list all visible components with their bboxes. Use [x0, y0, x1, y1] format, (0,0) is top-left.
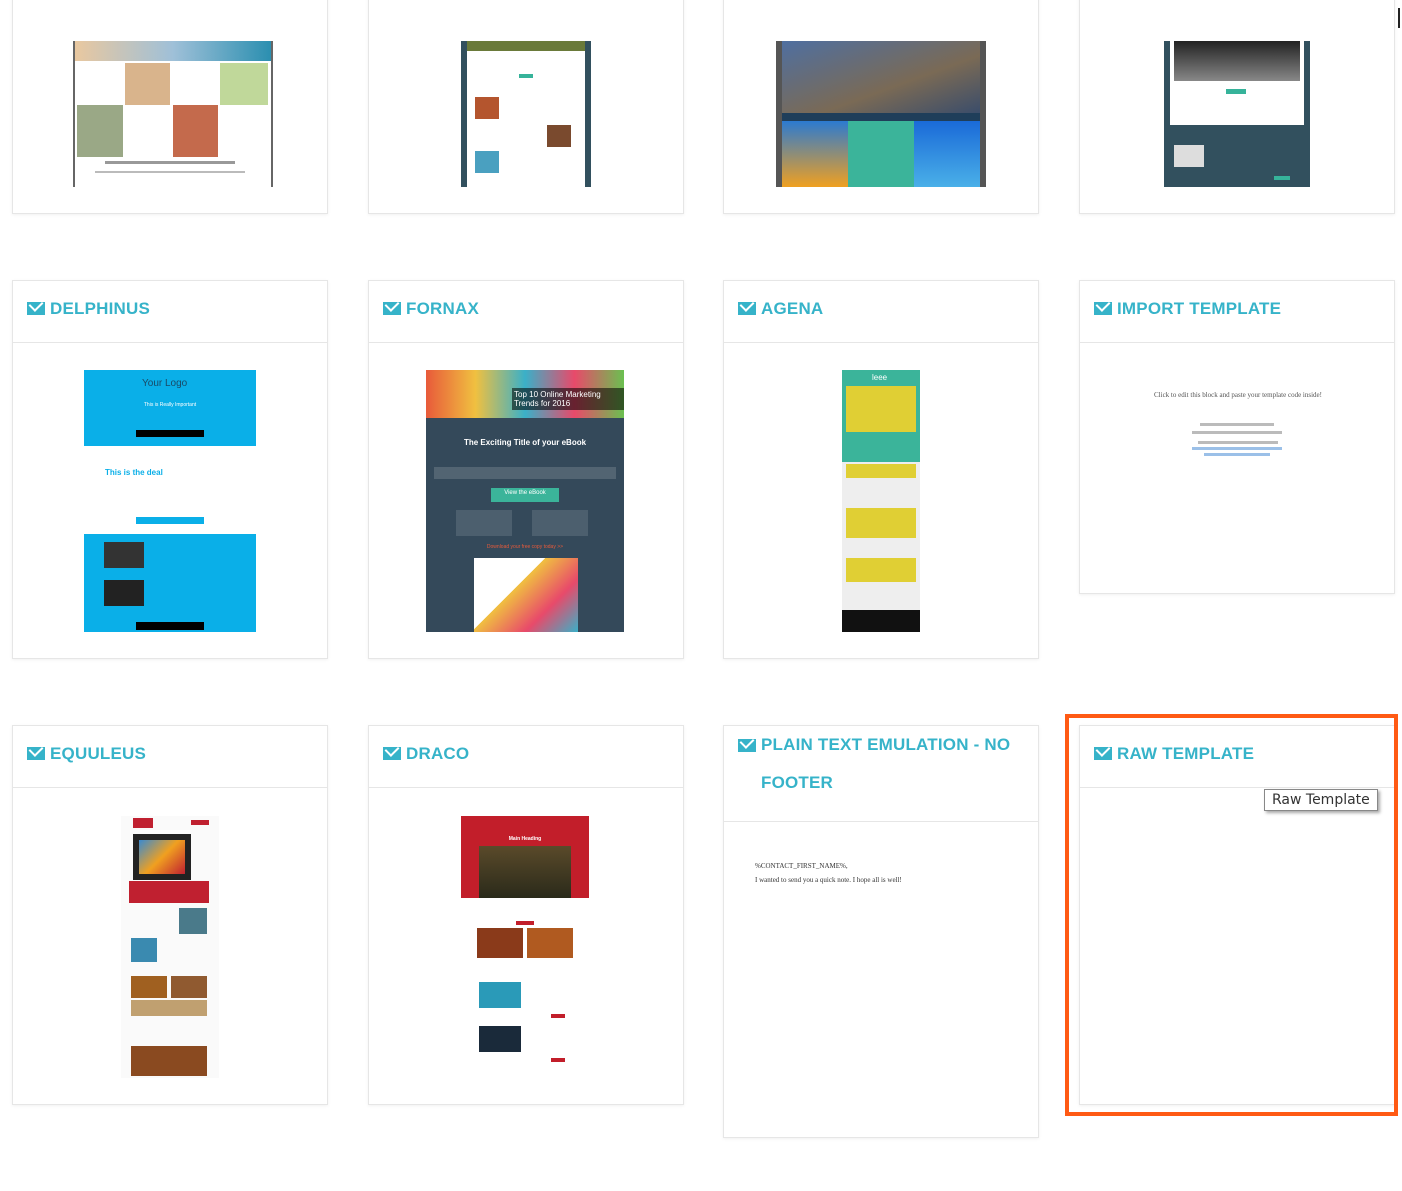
preview-subtitle: This is Really Important: [143, 402, 197, 408]
template-title-text: IMPORT TEMPLATE: [1117, 299, 1282, 318]
template-preview-thumbnail: leee: [842, 370, 920, 632]
envelope-icon: [738, 302, 756, 315]
template-preview-thumbnail: Main Heading: [461, 816, 589, 1078]
template-card-top-2[interactable]: [368, 0, 684, 214]
template-title-text: FORNAX: [406, 299, 479, 318]
template-card-import[interactable]: IMPORT TEMPLATE Click to edit this block…: [1079, 280, 1395, 594]
template-card-top-3[interactable]: [723, 0, 1039, 214]
template-preview-thumbnail: Top 10 Online Marketing Trends for 2016 …: [426, 370, 624, 632]
envelope-icon: [383, 302, 401, 315]
template-card-raw[interactable]: RAW TEMPLATE: [1079, 725, 1395, 1105]
preview-heading: This is the deal: [105, 468, 163, 477]
preview-footer: Download your free copy today >>: [486, 544, 564, 550]
template-card-delphinus[interactable]: DELPHINUS Your Logo This is Really Impor…: [12, 280, 328, 659]
template-title: EQUULEUS: [13, 726, 327, 788]
preview-greeting: %CONTACT_FIRST_NAME%,: [755, 862, 848, 870]
tooltip: Raw Template: [1264, 789, 1378, 811]
template-preview-thumbnail: [1164, 41, 1310, 187]
template-card-equuleus[interactable]: EQUULEUS: [12, 725, 328, 1105]
template-title-text: PLAIN TEXT EMULATION - NO FOOTER: [761, 735, 1011, 792]
template-preview-thumbnail: [461, 41, 591, 187]
template-title-text: RAW TEMPLATE: [1117, 744, 1255, 763]
template-title: IMPORT TEMPLATE: [1080, 281, 1394, 343]
template-card-draco[interactable]: DRACO Main Heading: [368, 725, 684, 1105]
template-preview-thumbnail: [776, 41, 986, 187]
preview-import-text: Click to edit this block and paste your …: [1154, 391, 1322, 399]
preview-banner: Top 10 Online Marketing Trends for 2016: [512, 388, 624, 410]
preview-heading: Main Heading: [508, 836, 542, 842]
preview-button: View the eBook: [504, 490, 546, 496]
template-preview-thumbnail: Your Logo This is Really Important This …: [84, 370, 256, 632]
template-title: FORNAX: [369, 281, 683, 343]
template-preview-thumbnail: [73, 41, 273, 187]
template-title: PLAIN TEXT EMULATION - NO FOOTER: [724, 726, 1038, 822]
template-card-top-1[interactable]: [12, 0, 328, 214]
template-title: RAW TEMPLATE: [1080, 726, 1394, 788]
template-title-text: DRACO: [406, 744, 470, 763]
preview-body: I wanted to send you a quick note. I hop…: [755, 876, 902, 884]
envelope-icon: [27, 747, 45, 760]
template-preview-thumbnail: [121, 816, 219, 1078]
envelope-icon: [383, 747, 401, 760]
template-title: AGENA: [724, 281, 1038, 343]
text-cursor: [1398, 8, 1400, 28]
envelope-icon: [1094, 302, 1112, 315]
template-card-plain-text[interactable]: PLAIN TEXT EMULATION - NO FOOTER %CONTAC…: [723, 725, 1039, 1138]
template-title: DELPHINUS: [13, 281, 327, 343]
template-card-top-4[interactable]: [1079, 0, 1395, 214]
envelope-icon: [738, 739, 756, 752]
template-title-text: EQUULEUS: [50, 744, 147, 763]
preview-title: The Exciting Title of your eBook: [463, 438, 587, 447]
template-title: DRACO: [369, 726, 683, 788]
preview-logo: Your Logo: [142, 378, 188, 389]
template-title-text: AGENA: [761, 299, 824, 318]
template-card-agena[interactable]: AGENA leee: [723, 280, 1039, 659]
envelope-icon: [27, 302, 45, 315]
template-card-fornax[interactable]: FORNAX Top 10 Online Marketing Trends fo…: [368, 280, 684, 659]
envelope-icon: [1094, 747, 1112, 760]
preview-logo: leee: [872, 373, 888, 382]
template-title-text: DELPHINUS: [50, 299, 151, 318]
